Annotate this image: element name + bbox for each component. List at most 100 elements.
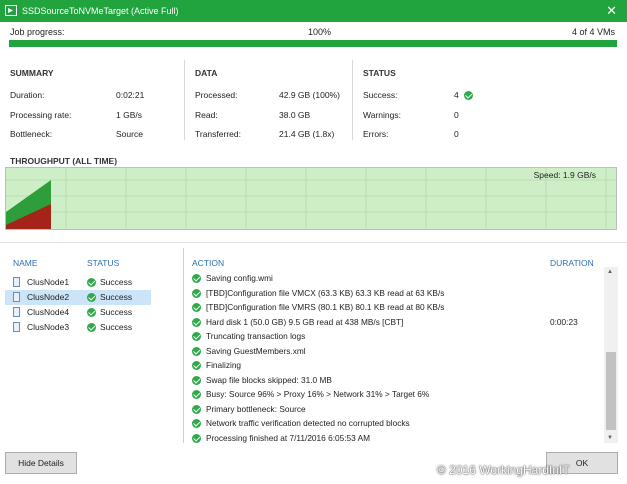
job-progress-bar: [9, 40, 617, 47]
success-check-icon: [87, 278, 96, 287]
vm-status: Success: [100, 322, 133, 332]
hide-details-button[interactable]: Hide Details: [5, 452, 77, 474]
job-progress-fill: [9, 40, 617, 47]
success-check-icon: [192, 404, 201, 414]
bottleneck-value: Source: [116, 129, 143, 139]
log-row[interactable]: Finalizing: [186, 358, 606, 373]
vm-status-header[interactable]: STATUS: [87, 258, 119, 268]
success-check-icon: [192, 375, 201, 385]
log-message: Swap file blocks skipped: 31.0 MB: [206, 374, 332, 385]
processed-label: Processed:: [195, 90, 238, 100]
vm-icon: [13, 307, 20, 317]
success-check-icon: [192, 390, 201, 399]
read-label: Read:: [195, 110, 218, 120]
title-bar: SSDSourceToNVMeTarget (Active Full) ✕: [0, 0, 627, 22]
data-header: DATA: [195, 68, 218, 78]
success-label: Success:: [363, 90, 398, 100]
job-progress-percent: 100%: [308, 27, 332, 37]
log-row[interactable]: Network traffic verification detected no…: [186, 416, 606, 431]
success-check-icon: [192, 303, 201, 312]
vm-name: ClusNode4: [27, 307, 70, 317]
vm-icon: [13, 322, 20, 332]
bottleneck-label: Bottleneck:: [10, 129, 53, 139]
log-message: [TBD]Configuration file VMRS (80.1 KB) 8…: [206, 302, 445, 312]
log-message: Primary bottleneck: Source: [206, 403, 306, 414]
summary-section: SUMMARY Duration: 0:02:21 Processing rat…: [0, 60, 184, 140]
log-message: Truncating transaction logs: [206, 331, 306, 341]
scroll-down-icon[interactable]: ▼: [607, 435, 613, 441]
log-row[interactable]: Processing finished at 7/11/2016 6:05:53…: [186, 431, 606, 444]
vm-icon: [13, 292, 20, 302]
success-check-icon: [192, 419, 201, 428]
success-check-icon: [87, 323, 96, 332]
success-check-icon: [464, 91, 473, 100]
success-check-icon: [87, 293, 96, 302]
log-message: Processing finished at 7/11/2016 6:05:53…: [206, 432, 371, 443]
vm-status: Success: [100, 277, 133, 287]
data-section: DATA Processed: 42.9 GB (100%) Read: 38.…: [184, 60, 352, 140]
throughput-chart: Speed: 1.9 GB/s: [5, 167, 617, 230]
log-message: Busy: Source 96% > Proxy 16% > Network 3…: [206, 389, 430, 399]
vm-row[interactable]: ClusNode2 Success: [5, 290, 151, 305]
vm-name: ClusNode1: [27, 277, 70, 287]
duration-value: 0:02:21: [116, 90, 145, 100]
log-row[interactable]: Swap file blocks skipped: 31.0 MB: [186, 373, 606, 388]
success-check-icon: [192, 274, 201, 283]
log-row[interactable]: Truncating transaction logs: [186, 329, 606, 344]
panel-divider[interactable]: [183, 248, 184, 443]
log-duration: 0:00:23: [550, 316, 578, 327]
log-row[interactable]: Hard disk 1 (50.0 GB) 9.5 GB read at 438…: [186, 315, 606, 330]
success-check-icon: [87, 308, 96, 317]
close-icon[interactable]: ✕: [606, 3, 617, 19]
job-progress-label: Job progress:: [10, 27, 65, 37]
watermark: © 2016 WorkingHardInIT: [437, 463, 570, 477]
success-check-icon: [192, 361, 201, 370]
vm-list: NAME STATUS ClusNode1 Success ClusNode2 Suc…: [5, 253, 153, 443]
vm-status: Success: [100, 292, 133, 302]
log-row[interactable]: Busy: Source 96% > Proxy 16% > Network 3…: [186, 387, 606, 402]
vm-row[interactable]: ClusNode1 Success: [5, 275, 151, 290]
processed-value: 42.9 GB (100%): [279, 90, 340, 100]
window-title: SSDSourceToNVMeTarget (Active Full): [22, 6, 179, 16]
log-message: Saving GuestMembers.xml: [206, 345, 306, 356]
warnings-label: Warnings:: [363, 110, 401, 120]
log-scrollbar[interactable]: ▲ ▼: [604, 267, 618, 443]
duration-header[interactable]: DURATION: [550, 258, 594, 268]
vm-status: Success: [100, 307, 133, 317]
scrollbar-thumb[interactable]: [606, 352, 616, 430]
vm-row[interactable]: ClusNode4 Success: [5, 305, 151, 320]
success-check-icon: [192, 346, 201, 356]
log-row[interactable]: [TBD]Configuration file VMCX (63.3 KB) 6…: [186, 286, 606, 301]
success-value: 4: [454, 90, 459, 100]
errors-value: 0: [454, 129, 459, 139]
success-check-icon: [192, 317, 201, 327]
vm-row[interactable]: ClusNode3 Success: [5, 320, 151, 335]
success-check-icon: [192, 288, 201, 298]
scroll-up-icon[interactable]: ▲: [607, 269, 613, 275]
details-panel: NAME STATUS ClusNode1 Success ClusNode2 Suc…: [0, 242, 627, 447]
stats-panel: SUMMARY Duration: 0:02:21 Processing rat…: [0, 60, 627, 150]
log-message: Saving config.wmi: [206, 273, 273, 283]
read-value: 38.0 GB: [279, 110, 311, 120]
vm-name: ClusNode3: [27, 322, 70, 332]
rate-label: Processing rate:: [10, 110, 72, 120]
duration-label: Duration:: [10, 90, 45, 100]
footer: Hide Details OK © 2016 WorkingHardInIT: [0, 447, 627, 484]
summary-header: SUMMARY: [10, 68, 54, 78]
vm-name-header[interactable]: NAME: [13, 258, 38, 268]
job-progress: Job progress: 100% 4 of 4 VMs: [0, 22, 627, 56]
log-row[interactable]: Saving GuestMembers.xml: [186, 344, 606, 359]
action-header[interactable]: ACTION: [192, 258, 224, 268]
log-row[interactable]: [TBD]Configuration file VMRS (80.1 KB) 8…: [186, 300, 606, 315]
status-header: STATUS: [363, 68, 396, 78]
vm-name: ClusNode2: [27, 292, 70, 302]
log-row[interactable]: Primary bottleneck: Source: [186, 402, 606, 417]
throughput-graph: [6, 168, 616, 229]
throughput-speed: Speed: 1.9 GB/s: [533, 170, 596, 180]
log-message: Hard disk 1 (50.0 GB) 9.5 GB read at 438…: [206, 316, 404, 327]
app-icon: [5, 5, 17, 16]
errors-label: Errors:: [363, 129, 389, 139]
warnings-value: 0: [454, 110, 459, 120]
job-progress-vm-count: 4 of 4 VMs: [571, 27, 615, 37]
log-row[interactable]: Saving config.wmi: [186, 271, 606, 286]
